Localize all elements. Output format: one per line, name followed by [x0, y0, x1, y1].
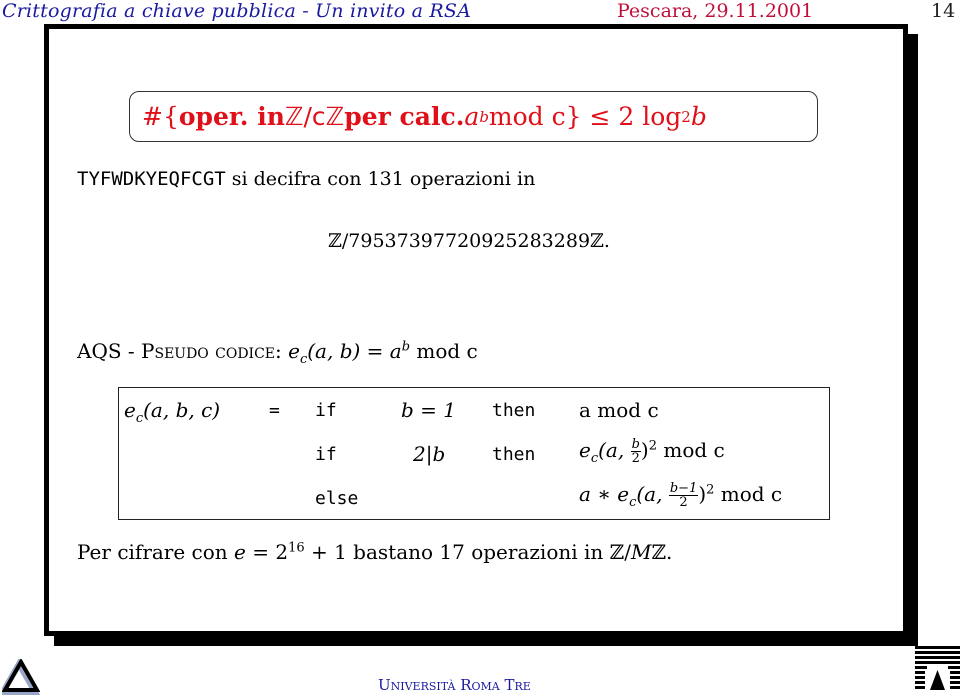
- r1-post: ): [640, 438, 649, 462]
- code-row-result: a mod c: [579, 398, 659, 422]
- hb-rest: mod c} ≤ 2 log: [488, 102, 682, 131]
- aqs-e: e: [288, 339, 300, 363]
- ciphertext: TYFWDKYEQFCGT: [77, 168, 226, 190]
- aqs-pseudo-label: Pseudo codice:: [141, 339, 282, 363]
- fl-post: + 1 bastano 17 operazioni in ℤ/: [304, 540, 631, 564]
- code-eq: =: [269, 400, 280, 421]
- pseudocode-box: ec(a, b, c) = if b = 1 then a mod c if 2…: [118, 387, 830, 520]
- code-row-keyword: if: [315, 400, 337, 421]
- modulus-ring: ℤ/795373977209252832​89ℤ.: [328, 230, 610, 252]
- hb-log-arg: b: [690, 102, 707, 131]
- university-name: Università Roma Tre: [378, 676, 531, 694]
- code-row-keyword: if: [315, 444, 337, 465]
- aqs-exp: b: [401, 339, 411, 355]
- fl-tail: ℤ.: [651, 540, 673, 564]
- r2-pre: a ∗ e: [579, 482, 630, 506]
- encrypt-line: Per cifrare con e = 216 + 1 bastano 17 o…: [77, 540, 672, 564]
- code-row-then: then: [492, 444, 536, 465]
- slide-header-title: Crittografia a chiave pubblica - Un invi…: [2, 0, 472, 22]
- hb-bold-text: oper. in: [178, 102, 285, 131]
- triangle-logo-icon[interactable]: [0, 657, 41, 699]
- decrypt-line: TYFWDKYEQFCGT si decifra con 131 operazi…: [77, 168, 535, 190]
- fl-exp: 16: [288, 540, 305, 556]
- code-row-result: ec(a, b 2)2 mod c: [579, 438, 725, 466]
- hb-exp: b: [479, 107, 489, 126]
- r2-tail: mod c: [714, 482, 783, 506]
- r1-exp: 2: [648, 438, 657, 454]
- hb-log-sub: 2: [681, 107, 691, 126]
- code-row-then: then: [492, 400, 536, 421]
- fraction: b2: [630, 437, 641, 466]
- code-lhs: ec(a, b, c): [124, 398, 220, 426]
- hb-ring: ℤ/cℤ: [284, 102, 345, 131]
- frac-num: b−1: [668, 481, 699, 496]
- fraction: b−1 2: [668, 481, 699, 510]
- code-row-result: a ∗ ec(a, b−1 2)2 mod c: [579, 482, 782, 510]
- page-number: 14: [931, 0, 956, 22]
- frac-den: 2: [631, 451, 640, 466]
- hb-bold-text2: per calc.: [344, 102, 465, 131]
- aqs-heading: AQS - Pseudo codice: ec(a, b) = ab mod c: [77, 339, 478, 367]
- r1-args: (a,: [598, 438, 631, 462]
- r2-args: (a,: [636, 482, 669, 506]
- aqs-args: (a, b) = a: [307, 339, 402, 363]
- r1-tail: mod c: [657, 438, 725, 462]
- roma-tre-logo-icon[interactable]: [915, 646, 960, 698]
- aqs-prefix: AQS -: [77, 339, 142, 363]
- code-row-condition: b = 1: [401, 398, 456, 422]
- fl-pre: Per cifrare con: [77, 540, 235, 564]
- aqs-rest: mod c: [410, 339, 478, 363]
- frac-num: b: [630, 437, 641, 452]
- decrypt-text: si decifra con 131 operazioni in: [225, 168, 536, 190]
- r1-pre: e: [579, 438, 591, 462]
- code-lhs-e: e: [124, 398, 136, 422]
- code-row-keyword: else: [315, 488, 359, 509]
- code-row-condition: 2|b: [413, 442, 446, 466]
- r2-post: ): [698, 482, 707, 506]
- frac-den: 2: [679, 495, 688, 510]
- fl-eq: = 2: [245, 540, 289, 564]
- hb-base: a: [464, 102, 480, 131]
- fl-M: M: [630, 540, 652, 564]
- highlight-box: #{ oper. in ℤ/cℤ per calc. ab mod c} ≤ 2…: [129, 91, 818, 142]
- slide-header-date: Pescara, 29.11.2001: [617, 0, 814, 22]
- fl-e: e: [234, 540, 246, 564]
- code-lhs-args: (a, b, c): [143, 398, 221, 422]
- hb-prefix: #{: [142, 102, 179, 131]
